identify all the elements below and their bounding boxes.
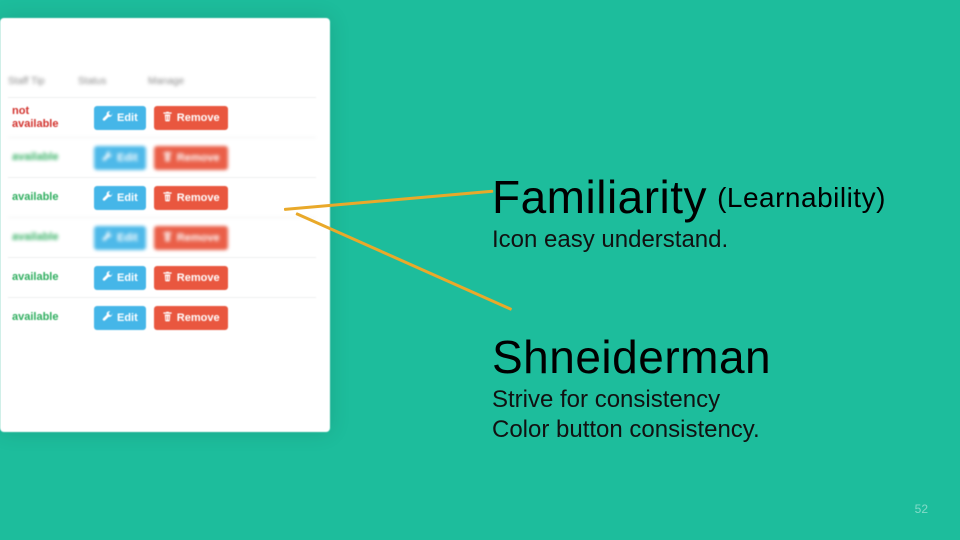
status-available: available: [8, 151, 86, 163]
remove-button[interactable]: Remove: [154, 226, 228, 250]
remove-label: Remove: [177, 112, 220, 124]
table-row: available Edit Remove: [8, 137, 316, 177]
edit-button[interactable]: Edit: [94, 306, 146, 330]
status-available: available: [8, 191, 86, 203]
table-row: available Edit Remove: [8, 297, 316, 337]
screenshot-panel: Staff Tip Status Manage notavailable Edit…: [0, 18, 330, 432]
title-shneiderman: Shneiderman: [492, 330, 771, 384]
col-header-3: Manage: [148, 76, 190, 87]
slide-container: Staff Tip Status Manage notavailable Edit…: [0, 0, 960, 540]
edit-button[interactable]: Edit: [94, 266, 146, 290]
edit-button[interactable]: Edit: [94, 226, 146, 250]
trash-icon: [162, 231, 173, 245]
table-row: available Edit Remove: [8, 217, 316, 257]
heading-shneiderman: Shneiderman Strive for consistency Color…: [492, 330, 771, 444]
edit-button[interactable]: Edit: [94, 186, 146, 210]
edit-label: Edit: [117, 152, 138, 164]
trash-icon: [162, 151, 173, 165]
subtitle-familiarity: Icon easy understand.: [492, 226, 886, 254]
edit-label: Edit: [117, 312, 138, 324]
remove-label: Remove: [177, 152, 220, 164]
title-text: Familiarity: [492, 171, 707, 223]
wrench-icon: [102, 271, 113, 285]
wrench-icon: [102, 191, 113, 205]
wrench-icon: [102, 151, 113, 165]
edit-button[interactable]: Edit: [94, 146, 146, 170]
remove-button[interactable]: Remove: [154, 186, 228, 210]
remove-label: Remove: [177, 232, 220, 244]
wrench-icon: [102, 231, 113, 245]
remove-button[interactable]: Remove: [154, 106, 228, 130]
line-consistency-2: Color button consistency.: [492, 416, 771, 444]
heading-familiarity: Familiarity (Learnability) Icon easy unde…: [492, 170, 886, 254]
panel-inner: Staff Tip Status Manage notavailable Edit…: [0, 18, 330, 337]
line-consistency-1: Strive for consistency: [492, 386, 771, 414]
remove-button[interactable]: Remove: [154, 306, 228, 330]
status-available: available: [8, 311, 86, 323]
column-headers: Staff Tip Status Manage: [8, 28, 316, 97]
status-available: available: [8, 271, 86, 283]
edit-label: Edit: [117, 112, 138, 124]
edit-label: Edit: [117, 192, 138, 204]
trash-icon: [162, 271, 173, 285]
col-header-1: Staff Tip: [8, 76, 50, 87]
remove-label: Remove: [177, 312, 220, 324]
wrench-icon: [102, 111, 113, 125]
title-familiarity: Familiarity (Learnability): [492, 170, 886, 224]
status-available: available: [8, 231, 86, 243]
page-number: 52: [915, 502, 928, 516]
edit-button[interactable]: Edit: [94, 106, 146, 130]
trash-icon: [162, 311, 173, 325]
table-row: available Edit Remove: [8, 257, 316, 297]
col-header-2: Status: [78, 76, 120, 87]
table-row: available Edit Remove: [8, 177, 316, 217]
remove-button[interactable]: Remove: [154, 146, 228, 170]
status-not-available: notavailable: [8, 105, 86, 129]
edit-label: Edit: [117, 232, 138, 244]
trash-icon: [162, 191, 173, 205]
remove-label: Remove: [177, 192, 220, 204]
table-row: notavailable Edit Remove: [8, 97, 316, 137]
wrench-icon: [102, 311, 113, 325]
title-paren: (Learnability): [717, 182, 886, 213]
remove-button[interactable]: Remove: [154, 266, 228, 290]
edit-label: Edit: [117, 272, 138, 284]
trash-icon: [162, 111, 173, 125]
remove-label: Remove: [177, 272, 220, 284]
